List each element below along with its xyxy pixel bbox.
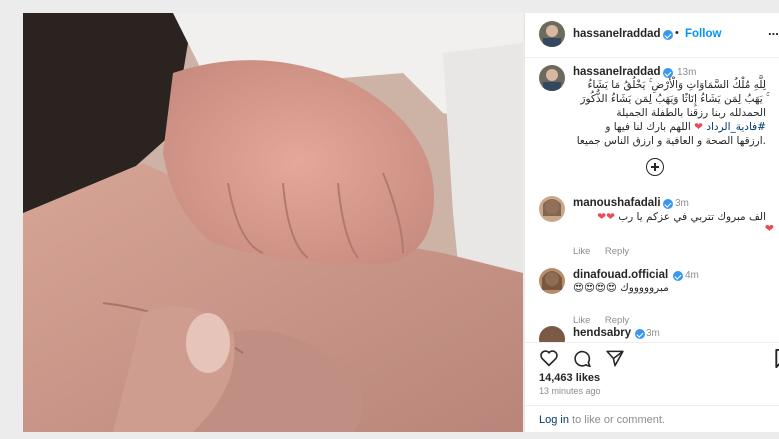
comment-time: 3m [675, 198, 689, 209]
comment-item: dinafouad.official 4m 😍😍😍😍 مبروووووك Lik… [525, 268, 779, 326]
login-link[interactable]: Log in [539, 414, 569, 426]
caption-verified-icon [663, 68, 673, 78]
comment-item: manoushafadali 3m الف مبروك تتربي في عزك… [525, 196, 779, 259]
post-side-panel: hassanelraddad • Follow ... hassanelradd… [524, 13, 779, 432]
author-username[interactable]: hassanelraddad [573, 28, 661, 40]
comment-emojis: 😍😍😍😍 [573, 282, 617, 294]
caption-line-1: لِلَّهِ مُلْكُ السَّمَاوَاتِ وَالْأَرْضِ… [587, 79, 766, 91]
commenter-verified-icon [635, 329, 645, 339]
commenter-username[interactable]: dinafouad.official [573, 269, 668, 281]
verified-icon [663, 30, 673, 40]
comment-icon[interactable] [572, 349, 592, 368]
commenter-username[interactable]: manoushafadali [573, 197, 661, 209]
commenter-username[interactable]: hendsabry [573, 327, 631, 339]
caption-line-5: .ارزقها الصحة و العافية و ارزق الناس جمي… [576, 135, 766, 147]
baby-hand-image [23, 13, 523, 432]
comment-body: الف مبروك تتربي في عزكم يا رب [618, 211, 766, 223]
heart-like-icon[interactable] [539, 349, 559, 367]
action-bar [525, 348, 779, 372]
caption-line-4: #فادية_الرداد ❤ اللهم بارك لنا فيها و [535, 120, 766, 134]
comment-item: hendsabry 3m [525, 326, 779, 342]
comment-time: 4m [685, 270, 699, 281]
post-time-ago: 13 minutes ago [539, 386, 601, 396]
header-divider [525, 57, 779, 58]
caption-text: لِلَّهِ مُلْكُ السَّمَاوَاتِ وَالْأَرْضِ… [535, 78, 766, 148]
author-avatar[interactable] [539, 21, 565, 47]
caption-line-3: الحمدلله ربنا رزقنا بالطفلة الجميلة [616, 107, 766, 119]
hashtag-link[interactable]: #فادية_الرداد [706, 121, 766, 133]
commenter-verified-icon [663, 199, 673, 209]
comment-time: 3m [646, 328, 660, 339]
post-photo[interactable] [23, 13, 523, 432]
caption-time: 13m [677, 67, 697, 78]
like-comment-button[interactable]: Like [573, 246, 590, 257]
likes-count[interactable]: 14,463 likes [539, 372, 600, 384]
comment-body: مبروووووك [620, 282, 669, 294]
comment-actions: Like Reply [573, 241, 639, 259]
reply-comment-button[interactable]: Reply [605, 246, 629, 257]
commenter-avatar[interactable] [539, 268, 565, 294]
commenter-avatar[interactable] [539, 326, 565, 342]
post-header: hassanelraddad • Follow ... [525, 21, 779, 49]
caption-line-4-text: اللهم بارك لنا فيها و [605, 121, 691, 133]
share-send-icon[interactable] [605, 349, 625, 368]
commenter-verified-icon [673, 271, 683, 281]
load-more-comments-icon[interactable] [646, 158, 664, 176]
heart-emoji-icon: ❤ [694, 121, 703, 133]
caption-line-2: ۚ يَهَبُ لِمَن يَشَاءُ إِنَاثًا وَيَهَبُ… [580, 93, 766, 105]
caption-username[interactable]: hassanelraddad [573, 66, 661, 78]
comment-text: الف مبروك تتربي في عزكم يا رب ❤❤ [535, 210, 766, 224]
bookmark-icon[interactable] [774, 349, 779, 368]
comment-text: 😍😍😍😍 مبروووووك [573, 282, 669, 294]
separator-dot: • [675, 27, 679, 39]
login-prompt-text: to like or comment. [572, 414, 665, 426]
like-comment-button[interactable]: Like [573, 315, 590, 326]
login-prompt: Log in to like or comment. [539, 414, 665, 426]
follow-button[interactable]: Follow [685, 28, 721, 40]
footer-divider [525, 405, 779, 406]
more-options-icon[interactable]: ... [768, 23, 779, 38]
heart-emoji-icon: ❤❤ [597, 211, 615, 223]
actions-divider [525, 342, 779, 343]
heart-emoji-icon: ❤ [764, 223, 774, 235]
reply-comment-button[interactable]: Reply [605, 315, 629, 326]
